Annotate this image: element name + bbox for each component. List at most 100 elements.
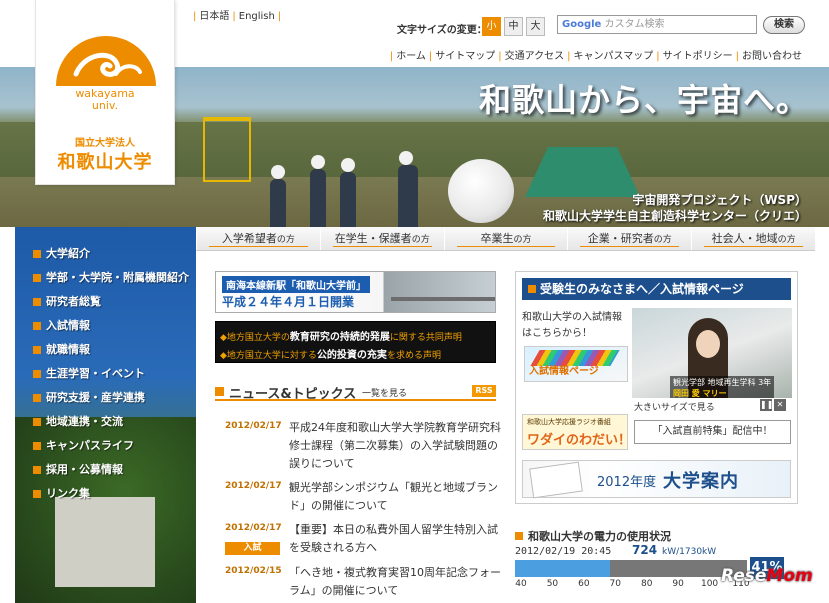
- bullet-square-icon: [33, 250, 41, 258]
- news-more-link[interactable]: 一覧を見る: [362, 386, 407, 399]
- exam-desc: 和歌山大学の入試情報はこちらから！: [522, 312, 622, 339]
- guide-name: 大学案内: [663, 471, 739, 492]
- search-placeholder: カスタム検索: [604, 19, 665, 30]
- statement-banner[interactable]: ◆地方国立大学の教育研究の持続的発展に関する共同声明 ◆地方国立大学に対する公的…: [215, 321, 496, 363]
- search-button[interactable]: 検索: [763, 16, 805, 34]
- sidebar-item-about[interactable]: 大学紹介: [33, 247, 193, 261]
- station-banner[interactable]: 南海本線新駅「和歌山大学前」 平成２４年４月１日開業: [215, 271, 496, 313]
- rss-icon[interactable]: RSS: [472, 385, 496, 397]
- sidebar-item-faculties[interactable]: 学部・大学院・附属機関紹介: [33, 271, 193, 285]
- news-date: 2012/02/15: [225, 566, 282, 576]
- sidebar-item-research-support[interactable]: 研究支援・産学連携: [33, 391, 193, 405]
- logo-text-jp: 和歌山大学: [57, 152, 153, 173]
- enlarge-link[interactable]: 大きいサイズで見る: [634, 400, 715, 413]
- nav-campus-map[interactable]: キャンパスマップ: [571, 51, 657, 62]
- news-text[interactable]: 平成24年度和歌山大学大学院教育学研究科修士課程（第二次募集）の入学試験問題の誤…: [289, 419, 501, 473]
- bullet-square-icon: [33, 466, 41, 474]
- power-timestamp: 2012/02/19 20:45: [515, 546, 612, 557]
- tab-community[interactable]: 社会人・地域の方: [691, 227, 815, 250]
- bullet-square-icon: [33, 442, 41, 450]
- nav-sitemap[interactable]: サイトマップ: [432, 51, 498, 62]
- logo-text-en-2: univ.: [91, 99, 119, 112]
- language-switch: | 日本語 | English |: [193, 11, 282, 22]
- sidebar-item-recruitment[interactable]: 採用・公募情報: [33, 463, 193, 477]
- university-guide-banner[interactable]: 2012年度 大学案内: [522, 460, 791, 499]
- student-photo[interactable]: 観光学部 地域再生学科 3年 岡田 愛 マリー: [632, 308, 792, 398]
- lang-japanese[interactable]: 日本語: [196, 11, 232, 22]
- nav-home[interactable]: ホーム: [393, 51, 429, 62]
- radio-message[interactable]: 「入試直前特集」配信中！: [634, 420, 791, 444]
- bullet-square-icon: [515, 532, 523, 540]
- hero-subtitle-2: 和歌山大学学生自主創造科学センター（クリエ）: [542, 209, 807, 223]
- hero-balloon: [448, 159, 514, 223]
- font-size-label: 文字サイズの変更：: [397, 25, 487, 36]
- guide-book-image: [529, 461, 583, 499]
- lang-english[interactable]: English: [236, 11, 278, 22]
- nav-access[interactable]: 交通アクセス: [502, 51, 568, 62]
- news-text[interactable]: 観光学部シンポジウム「観光と地域ブランド」の開催について: [289, 479, 501, 515]
- exam-info-panel: 受験生のみなさまへ／入試情報ページ 和歌山大学の入試情報はこちらから！ 入試情報…: [515, 271, 798, 504]
- news-header: ニュース&トピックス 一覧を見る RSS: [215, 383, 496, 402]
- sidebar-item-admissions[interactable]: 入試情報: [33, 319, 193, 333]
- font-size-large-button[interactable]: 大: [526, 17, 545, 36]
- logo-text-jp-small: 国立大学法人: [75, 138, 135, 149]
- bullet-square-icon: [33, 346, 41, 354]
- close-icon[interactable]: ✕: [774, 399, 786, 411]
- bullet-square-icon: [33, 490, 41, 498]
- tab-current-students[interactable]: 在学生・保護者の方: [319, 227, 444, 250]
- station-rail: [391, 297, 495, 301]
- hero-people: [270, 147, 450, 227]
- power-tick-label: 60: [578, 579, 590, 589]
- news-text[interactable]: 「へき地・複式教育実習10周年記念フォーラム」の開催について: [289, 564, 501, 600]
- news-date: 2012/02/17: [225, 421, 282, 431]
- bullet-square-icon: [33, 370, 41, 378]
- audience-tabs: 入学希望者の方 在学生・保護者の方 卒業生の方 企業・研究者の方 社会人・地域の…: [196, 227, 815, 251]
- power-tick-label: 90: [672, 579, 684, 589]
- font-size-small-button[interactable]: 小: [482, 17, 501, 36]
- power-ticks: 40 50 60 70 80 90 100 110: [515, 579, 749, 591]
- top-navigation: | ホーム | サイトマップ | 交通アクセス | キャンパスマップ | サイトポリシー | お問い合…: [390, 47, 805, 62]
- tab-alumni[interactable]: 卒業生の方: [443, 227, 568, 250]
- guide-year: 2012年度: [597, 475, 657, 490]
- power-tick-label: 70: [609, 579, 622, 589]
- station-banner-line1: 南海本線新駅「和歌山大学前」: [222, 276, 370, 293]
- sidebar-item-campus-life[interactable]: キャンパスライフ: [33, 439, 193, 453]
- bullet-square-icon: [33, 298, 41, 306]
- pause-icon[interactable]: ❚❚: [760, 399, 773, 411]
- sidebar-item-links[interactable]: リンク集: [33, 487, 193, 501]
- sidebar-item-lifelong-learning[interactable]: 生涯学習・イベント: [33, 367, 193, 381]
- resemom-watermark: ReseMom: [721, 566, 813, 586]
- logo-wave-icon: [56, 36, 156, 86]
- exam-info-link[interactable]: 入試情報ページ: [524, 346, 628, 382]
- tab-companies-researchers[interactable]: 企業・研究者の方: [567, 227, 691, 250]
- university-logo[interactable]: wakayama univ. 国立大学法人 和歌山大学: [35, 0, 175, 185]
- search-input[interactable]: Google カスタム検索: [557, 15, 757, 34]
- nav-contact[interactable]: お問い合わせ: [739, 51, 805, 62]
- power-tick-label: 80: [640, 579, 653, 589]
- power-usage-fill: [515, 560, 611, 577]
- statement-line1: ◆地方国立大学の教育研究の持続的発展に関する共同声明: [220, 332, 462, 343]
- google-logo: Google: [562, 19, 602, 30]
- power-unit: kW/1730kW: [662, 547, 717, 557]
- exam-panel-title[interactable]: 受験生のみなさまへ／入試情報ページ: [522, 278, 791, 300]
- sidebar-item-researchers[interactable]: 研究者総覧: [33, 295, 193, 309]
- news-square-icon: [215, 387, 224, 396]
- news-text[interactable]: 【重要】本日の私費外国人留学生特別入試を受験される方へ: [289, 521, 501, 557]
- sidebar-item-employment[interactable]: 就職情報: [33, 343, 193, 357]
- radio-banner[interactable]: 和歌山大学応援ラジオ番組 ワダイのわだい！: [522, 414, 631, 450]
- hero-subtitle-1: 宇宙開発プロジェクト（WSP）: [632, 193, 807, 207]
- power-usage-title: 和歌山大学の電力の使用状況: [515, 528, 671, 544]
- sidebar: 大学紹介 学部・大学院・附属機関紹介 研究者総覧 入試情報 就職情報 生涯学習・…: [15, 227, 196, 603]
- photo-caption: 観光学部 地域再生学科 3年 岡田 愛 マリー: [670, 376, 775, 398]
- radio-program-label: 和歌山大学応援ラジオ番組: [527, 418, 611, 426]
- bullet-square-icon: [528, 285, 536, 293]
- tab-prospective-students[interactable]: 入学希望者の方: [196, 227, 320, 250]
- sidebar-item-community[interactable]: 地域連携・交流: [33, 415, 193, 429]
- news-date: 2012/02/17: [225, 481, 282, 491]
- statement-line2: ◆地方国立大学に対する公的投資の充実を求める声明: [220, 350, 441, 361]
- font-size-medium-button[interactable]: 中: [504, 17, 523, 36]
- power-tick-label: 40: [515, 579, 527, 589]
- nav-site-policy[interactable]: サイトポリシー: [660, 51, 736, 62]
- hero-title: 和歌山から、宇宙へ。: [478, 81, 809, 119]
- power-usage-bar: [515, 560, 747, 577]
